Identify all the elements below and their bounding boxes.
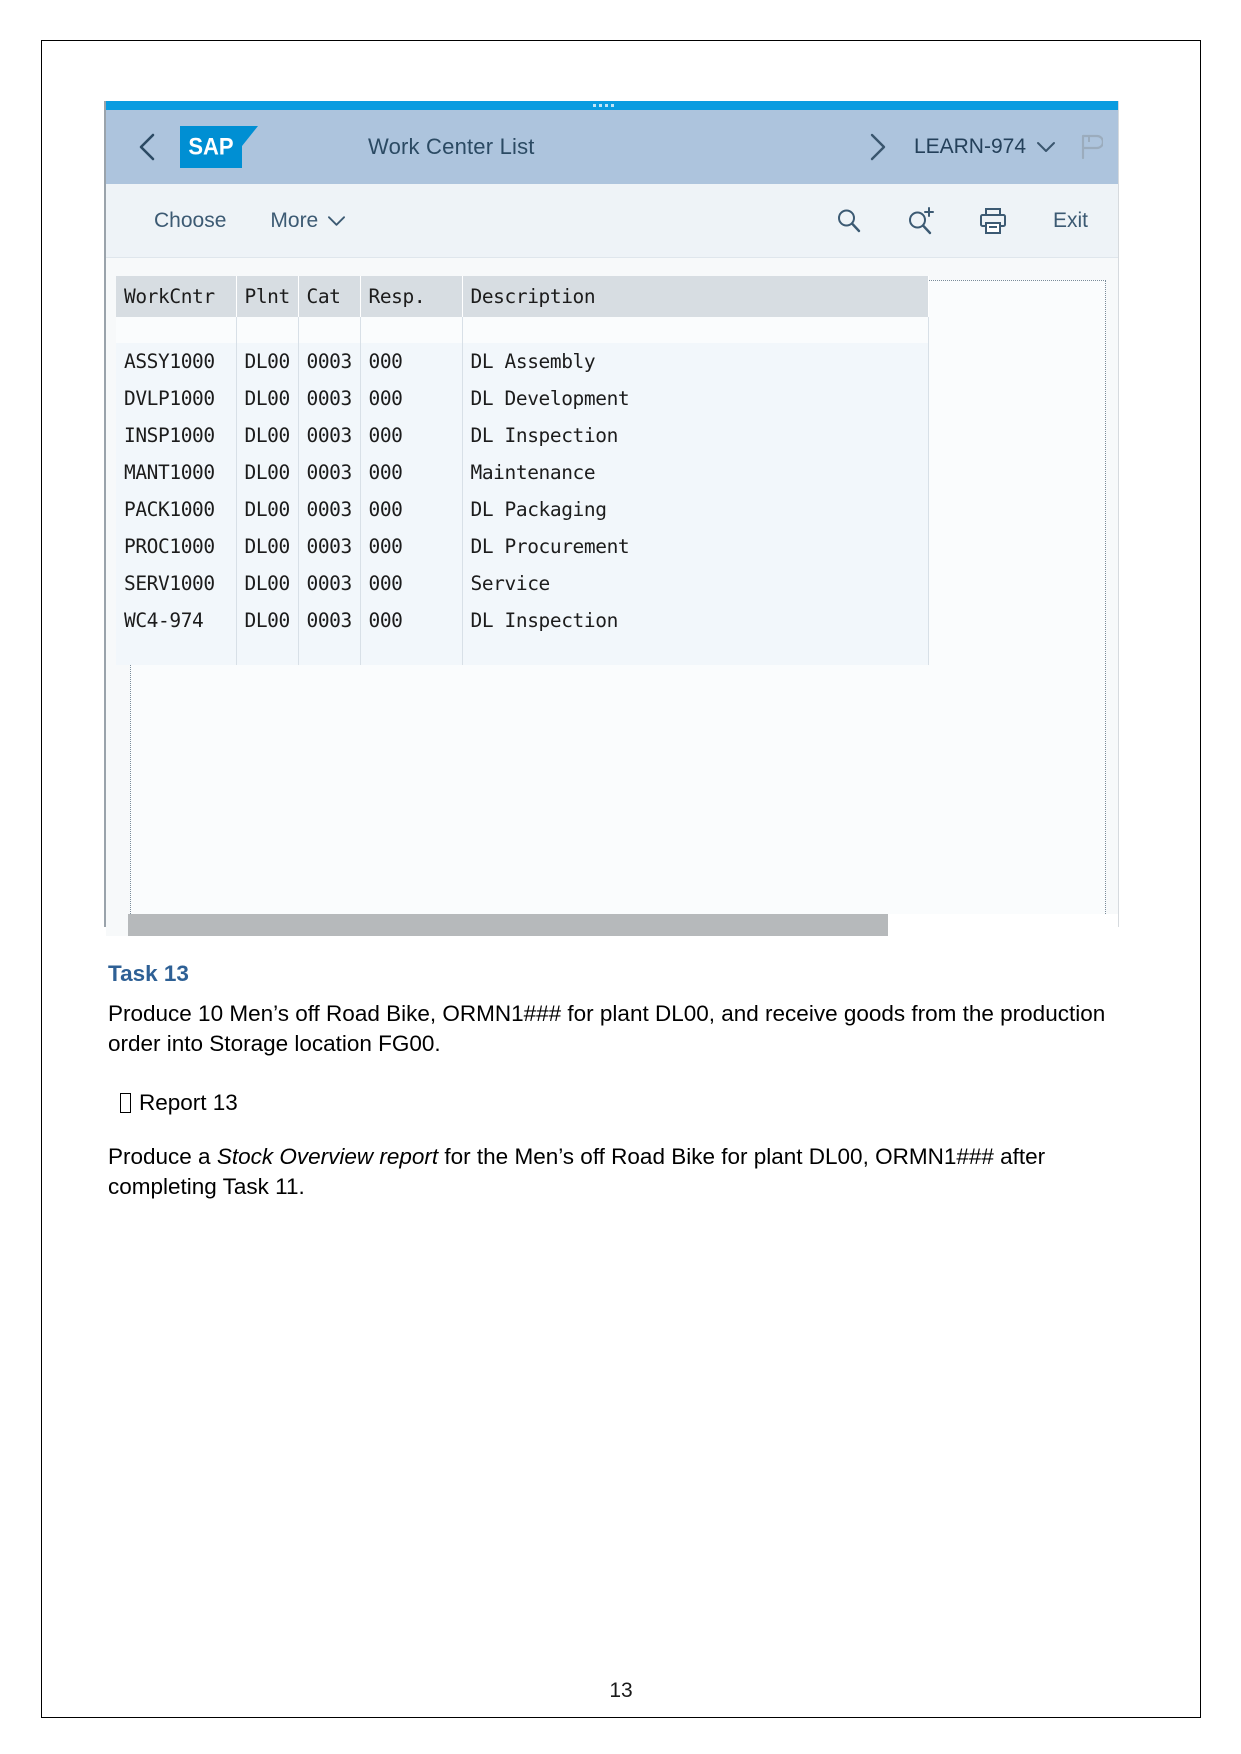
missing-glyph-box-icon (120, 1093, 131, 1114)
sap-action-toolbar: Choose More Exit (106, 184, 1118, 258)
sap-shell-bar: SAP Work Center List LEARN-974 (106, 110, 1118, 184)
cell-plnt: DL00 (236, 417, 299, 454)
table-body: ASSY1000 DL00 0003 000 DL Assembly DVLP1… (116, 317, 929, 665)
exit-button[interactable]: Exit (1053, 209, 1088, 233)
table-row[interactable]: PROC1000 DL00 0003 000 DL Procurement (116, 528, 929, 565)
table-row[interactable]: INSP1000 DL00 0003 000 DL Inspection (116, 417, 929, 454)
work-center-table: WorkCntr Plnt Cat Resp. Description ASSY… (116, 276, 929, 665)
app-top-accent-strip (106, 101, 1118, 110)
cell-cat: 0003 (298, 454, 361, 491)
horizontal-scrollbar-thumb[interactable] (128, 914, 888, 936)
user-menu-button[interactable]: LEARN-974 (914, 135, 1056, 159)
task-heading: Task 13 (108, 961, 189, 986)
page-number: 13 (609, 1679, 633, 1702)
cell-cat: 0003 (298, 528, 361, 565)
sap-logo[interactable]: SAP (180, 126, 258, 168)
cell-resp: 000 (360, 417, 463, 454)
cell-cat: 0003 (298, 417, 361, 454)
report-paragraph: Produce a Stock Overview report for the … (108, 1142, 1128, 1201)
chevron-down-icon (1037, 142, 1055, 152)
sap-app-screenshot: SAP Work Center List LEARN-974 Choose Mo… (104, 101, 1119, 936)
document-text-body: Task 13 Produce 10 Men’s off Road Bike, … (108, 961, 1128, 1208)
more-menu-button[interactable]: More (270, 209, 346, 233)
cell-description: DL Inspection (462, 602, 929, 639)
table-row[interactable]: WC4-974 DL00 0003 000 DL Inspection (116, 602, 929, 639)
table-row[interactable]: DVLP1000 DL00 0003 000 DL Development (116, 380, 929, 417)
cell-description: DL Packaging (462, 491, 929, 528)
cell-description: DL Assembly (462, 343, 929, 380)
table-header-row: WorkCntr Plnt Cat Resp. Description (116, 276, 929, 317)
cell-description: DL Inspection (462, 417, 929, 454)
cell-resp: 000 (360, 528, 463, 565)
page-title: Work Center List (368, 134, 535, 159)
work-center-table-wrapper: WorkCntr Plnt Cat Resp. Description ASSY… (116, 276, 929, 665)
report-label: Report 13 (139, 1090, 238, 1116)
cell-resp: 000 (360, 602, 463, 639)
table-gap-row (116, 317, 929, 343)
cell-workcntr: ASSY1000 (116, 343, 237, 380)
cell-plnt: DL00 (236, 454, 299, 491)
table-row[interactable]: SERV1000 DL00 0003 000 Service (116, 565, 929, 602)
cell-cat: 0003 (298, 343, 361, 380)
task-paragraph: Produce 10 Men’s off Road Bike, ORMN1###… (108, 1001, 1106, 1056)
cell-description: DL Procurement (462, 528, 929, 565)
column-header-plnt[interactable]: Plnt (236, 276, 299, 317)
search-icon[interactable] (827, 201, 871, 241)
chevron-down-icon (328, 215, 346, 226)
cell-workcntr: INSP1000 (116, 417, 237, 454)
user-name-label: LEARN-974 (913, 135, 1026, 158)
cell-workcntr: PROC1000 (116, 528, 237, 565)
cell-workcntr: SERV1000 (116, 565, 237, 602)
cell-plnt: DL00 (236, 565, 299, 602)
cell-plnt: DL00 (236, 528, 299, 565)
choose-button-label: Choose (154, 208, 227, 232)
cell-description: Service (462, 565, 929, 602)
report-bullet-line: Report 13 (120, 1090, 1128, 1116)
cell-description: DL Development (462, 380, 929, 417)
flag-icon[interactable] (1078, 132, 1104, 162)
more-button-label: More (270, 208, 319, 232)
sap-content-area: WorkCntr Plnt Cat Resp. Description ASSY… (106, 258, 1118, 936)
sap-logo-text: SAP (188, 132, 234, 160)
table-row[interactable]: PACK1000 DL00 0003 000 DL Packaging (116, 491, 929, 528)
cell-resp: 000 (360, 565, 463, 602)
cell-resp: 000 (360, 343, 463, 380)
report-italic-text: Stock Overview report (216, 1144, 439, 1170)
cell-workcntr: MANT1000 (116, 454, 237, 491)
cell-plnt: DL00 (236, 491, 299, 528)
window-grabber-icon (593, 103, 631, 107)
printer-icon[interactable] (971, 201, 1015, 241)
cell-cat: 0003 (298, 565, 361, 602)
cell-description: Maintenance (462, 454, 929, 491)
cell-workcntr: WC4-974 (116, 602, 237, 639)
cell-workcntr: PACK1000 (116, 491, 237, 528)
cell-plnt: DL00 (236, 343, 299, 380)
cell-resp: 000 (360, 454, 463, 491)
column-header-workcntr[interactable]: WorkCntr (116, 276, 237, 317)
report-text-before: Produce a (108, 1144, 217, 1170)
table-header: WorkCntr Plnt Cat Resp. Description (116, 276, 929, 317)
document-page-frame: SAP Work Center List LEARN-974 Choose Mo… (41, 40, 1201, 1718)
cell-cat: 0003 (298, 491, 361, 528)
chevron-left-icon[interactable] (134, 132, 160, 162)
column-header-description[interactable]: Description (462, 276, 929, 317)
table-row[interactable]: MANT1000 DL00 0003 000 Maintenance (116, 454, 929, 491)
column-header-cat[interactable]: Cat (298, 276, 361, 317)
cell-plnt: DL00 (236, 380, 299, 417)
column-header-resp[interactable]: Resp. (360, 276, 463, 317)
table-filler-row (116, 639, 929, 665)
cell-resp: 000 (360, 491, 463, 528)
chevron-right-icon[interactable] (864, 132, 890, 162)
cell-plnt: DL00 (236, 602, 299, 639)
cell-workcntr: DVLP1000 (116, 380, 237, 417)
choose-button[interactable]: Choose (154, 209, 226, 233)
cell-cat: 0003 (298, 602, 361, 639)
cell-cat: 0003 (298, 380, 361, 417)
table-row[interactable]: ASSY1000 DL00 0003 000 DL Assembly (116, 343, 929, 380)
search-plus-icon[interactable] (899, 201, 943, 241)
cell-resp: 000 (360, 380, 463, 417)
